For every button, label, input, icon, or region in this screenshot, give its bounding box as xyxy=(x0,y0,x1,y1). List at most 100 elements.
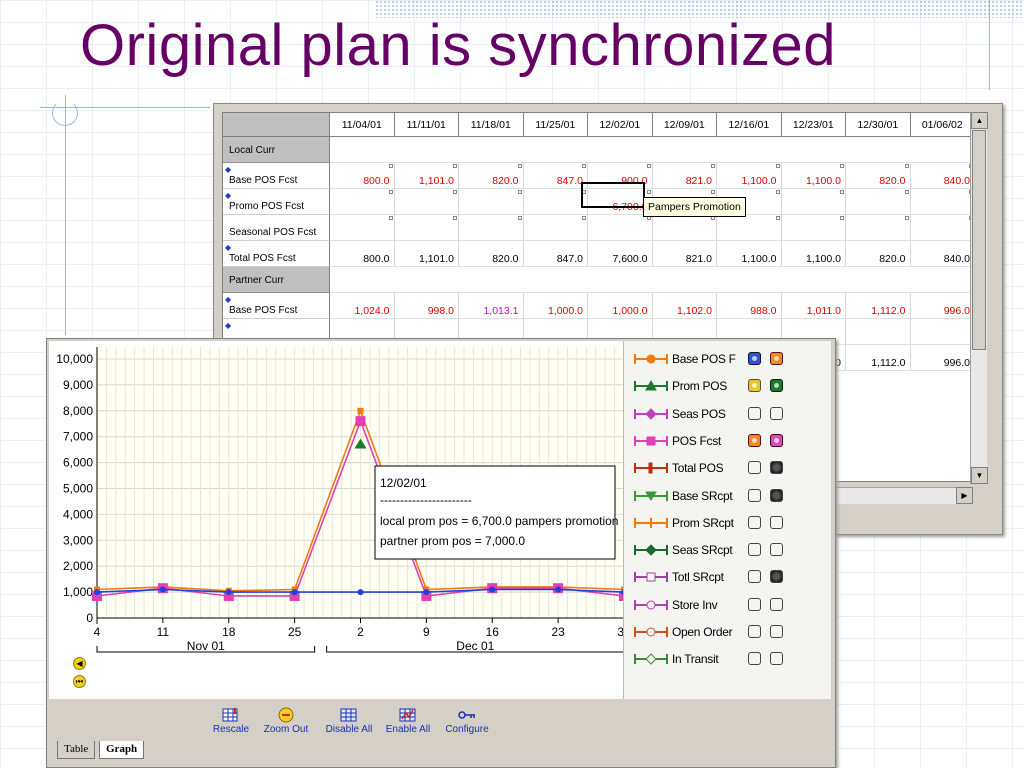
series-axis-toggle[interactable] xyxy=(770,352,783,365)
grid-cell[interactable]: 998.0 xyxy=(394,293,459,319)
series-axis-toggle[interactable] xyxy=(770,461,783,475)
scroll-left-arrow-icon[interactable]: ◀ xyxy=(73,657,86,670)
grid-cell[interactable]: 1,013.1 xyxy=(459,293,524,319)
legend-item[interactable]: Prom SRcpt xyxy=(624,511,832,538)
grid-cell[interactable] xyxy=(781,189,846,215)
scroll-up-button[interactable]: ▲ xyxy=(971,112,988,129)
grid-cell[interactable]: 996.0 xyxy=(910,293,975,319)
row-header[interactable]: ◆ Base POS Fcst xyxy=(223,163,330,189)
column-header-date[interactable]: 01/06/02 xyxy=(910,113,975,137)
grid-cell[interactable]: 1,101.0 xyxy=(394,163,459,189)
disable-all-button[interactable]: Disable All xyxy=(323,707,375,739)
column-header-date[interactable]: 12/09/01 xyxy=(652,113,717,137)
enable-all-button[interactable]: Enable All xyxy=(383,707,433,739)
grid-cell[interactable]: 988.0 xyxy=(717,293,782,319)
row-header[interactable]: Local Curr xyxy=(223,137,330,163)
grid-cell[interactable]: 1,100.0 xyxy=(717,241,782,267)
column-header-date[interactable]: 12/16/01 xyxy=(717,113,782,137)
legend-item[interactable]: In Transit xyxy=(624,647,832,674)
column-header-date[interactable]: 11/04/01 xyxy=(330,113,395,137)
grid-cell[interactable] xyxy=(781,215,846,241)
legend-item[interactable]: POS Fcst xyxy=(624,429,832,456)
series-visibility-toggle[interactable] xyxy=(748,379,761,393)
series-axis-toggle[interactable] xyxy=(770,625,783,638)
grid-cell[interactable] xyxy=(910,215,975,241)
column-header-date[interactable]: 12/02/01 xyxy=(588,113,653,137)
legend-item[interactable]: Base POS F xyxy=(624,347,832,374)
grid-cell[interactable]: 821.0 xyxy=(652,241,717,267)
column-header-date[interactable]: 12/23/01 xyxy=(781,113,846,137)
legend-item[interactable]: Seas POS xyxy=(624,402,832,429)
column-header-date[interactable]: 11/11/01 xyxy=(394,113,459,137)
grid-cell[interactable]: 820.0 xyxy=(846,241,911,267)
grid-cell[interactable]: 1,112.0 xyxy=(846,345,911,371)
legend-item[interactable]: Total POS xyxy=(624,456,832,483)
grid-cell[interactable]: 847.0 xyxy=(523,241,588,267)
series-axis-toggle[interactable] xyxy=(770,379,783,393)
grid-cell[interactable]: 1,100.0 xyxy=(781,163,846,189)
legend-item[interactable]: Open Order xyxy=(624,620,832,647)
grid-cell[interactable]: 820.0 xyxy=(459,163,524,189)
series-visibility-toggle[interactable] xyxy=(748,625,761,638)
grid-cell[interactable] xyxy=(846,215,911,241)
series-visibility-toggle[interactable] xyxy=(748,543,761,557)
row-header[interactable]: ◆ Promo POS Fcst xyxy=(223,189,330,215)
legend-item[interactable]: Totl SRcpt xyxy=(624,565,832,592)
column-header-date[interactable]: 12/30/01 xyxy=(846,113,911,137)
grid-cell[interactable]: 7,600.0 xyxy=(588,241,653,267)
grid-cell[interactable] xyxy=(394,189,459,215)
scroll-right-button[interactable]: ▶ xyxy=(956,487,973,504)
series-visibility-toggle[interactable] xyxy=(748,488,761,502)
grid-cell[interactable] xyxy=(459,189,524,215)
grid-cell[interactable] xyxy=(588,215,653,241)
grid-cell[interactable]: 1,000.0 xyxy=(588,293,653,319)
series-axis-toggle[interactable] xyxy=(770,597,783,611)
row-header[interactable]: ◆ Total POS Fcst xyxy=(223,241,330,267)
grid-cell[interactable] xyxy=(846,319,911,345)
grid-cell[interactable]: 1,000.0 xyxy=(523,293,588,319)
grid-cell[interactable]: 1,112.0 xyxy=(846,293,911,319)
grid-cell[interactable]: 1,101.0 xyxy=(394,241,459,267)
series-axis-toggle[interactable] xyxy=(770,488,783,502)
grid-cell[interactable]: 1,024.0 xyxy=(330,293,395,319)
line-chart[interactable]: 10,000 9,000 8,000 7,000 6,000 5,000 4,000 3,00… xyxy=(49,341,631,699)
configure-button[interactable]: Configure xyxy=(441,707,493,739)
rescale-button[interactable]: Rescale xyxy=(207,707,255,739)
grid-cell[interactable] xyxy=(523,215,588,241)
grid-cell[interactable] xyxy=(717,215,782,241)
tab-table[interactable]: Table xyxy=(57,741,96,759)
legend-item[interactable]: Store Inv xyxy=(624,593,832,620)
series-visibility-toggle[interactable] xyxy=(748,515,761,529)
series-visibility-toggle[interactable] xyxy=(748,433,761,447)
series-axis-toggle[interactable] xyxy=(770,515,783,529)
grid-cell[interactable] xyxy=(394,215,459,241)
series-axis-toggle[interactable] xyxy=(770,543,783,557)
grid-cell[interactable]: 800.0 xyxy=(330,241,395,267)
row-header[interactable]: Partner Curr xyxy=(223,267,330,293)
tab-graph[interactable]: Graph xyxy=(99,741,145,759)
grid-cell[interactable] xyxy=(652,215,717,241)
grid-cell[interactable]: 1,100.0 xyxy=(781,241,846,267)
column-header-date[interactable]: 11/18/01 xyxy=(459,113,524,137)
grid-cell[interactable]: 840.0 xyxy=(910,241,975,267)
series-axis-toggle[interactable] xyxy=(770,570,783,584)
series-axis-toggle[interactable] xyxy=(770,406,783,420)
horizontal-scrollbar[interactable] xyxy=(834,487,956,504)
legend-item[interactable]: Base SRcpt xyxy=(624,484,832,511)
grid-cell[interactable] xyxy=(330,189,395,215)
series-visibility-toggle[interactable] xyxy=(748,461,761,475)
scroll-down-button[interactable]: ▼ xyxy=(971,467,988,484)
grid-cell[interactable]: 840.0 xyxy=(910,163,975,189)
legend-item[interactable]: Prom POS xyxy=(624,374,832,401)
scroll-thumb[interactable] xyxy=(972,130,986,350)
vertical-scrollbar[interactable]: ▲ ▼ xyxy=(970,112,988,484)
grid-cell[interactable]: 821.0 xyxy=(652,163,717,189)
grid-cell[interactable]: 1,102.0 xyxy=(652,293,717,319)
grid-cell[interactable]: 820.0 xyxy=(459,241,524,267)
grid-cell[interactable] xyxy=(330,215,395,241)
series-visibility-toggle[interactable] xyxy=(748,597,761,611)
column-header-date[interactable]: 11/25/01 xyxy=(523,113,588,137)
grid-cell[interactable]: 1,011.0 xyxy=(781,293,846,319)
grid-cell[interactable] xyxy=(846,189,911,215)
legend-item[interactable]: Seas SRcpt xyxy=(624,538,832,565)
